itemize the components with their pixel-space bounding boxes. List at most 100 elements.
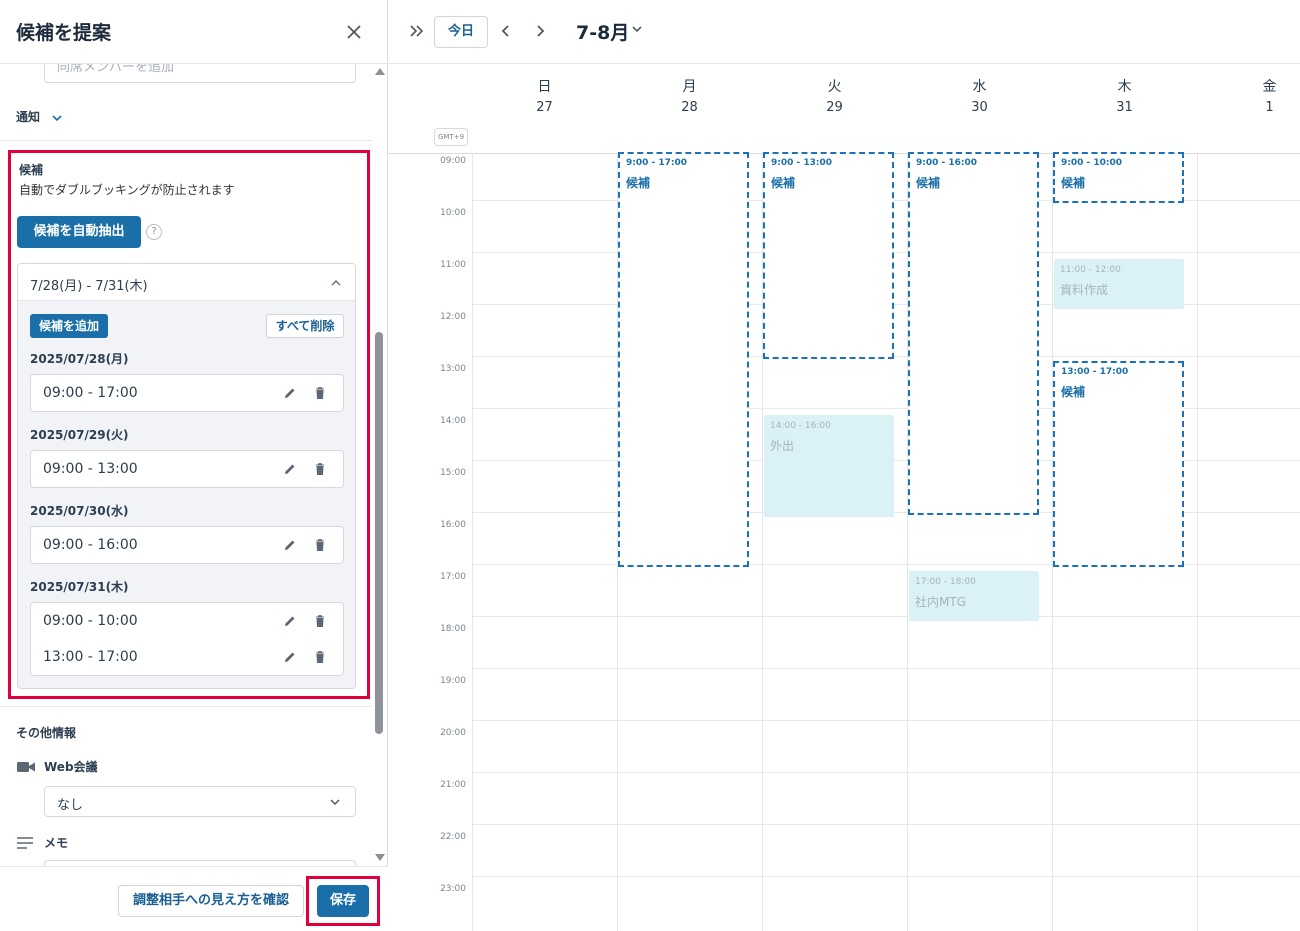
chevron-right-icon[interactable] bbox=[532, 22, 548, 40]
web-meeting-label: Web会議 bbox=[44, 760, 98, 774]
candidate-block[interactable]: 9:00 - 17:00 候補 bbox=[618, 152, 749, 567]
notify-label: 通知 bbox=[16, 110, 41, 124]
proposal-panel: 候補を提案 同席メンバーを追加 通知 候補 自動でダブルブッキングが防止されます… bbox=[0, 0, 388, 931]
candidate-block[interactable]: 9:00 - 13:00 候補 bbox=[763, 152, 894, 359]
time-label: 11:00 bbox=[440, 260, 466, 270]
calendar-toolbar: 今日 7-8月 bbox=[388, 0, 1300, 64]
scroll-down-arrow-icon[interactable] bbox=[375, 854, 385, 861]
time-label: 22:00 bbox=[440, 832, 466, 842]
timezone-row: GMT+9 bbox=[388, 122, 1300, 154]
today-button[interactable]: 今日 bbox=[434, 16, 488, 48]
video-camera-icon bbox=[17, 762, 35, 772]
hour-gridline bbox=[472, 616, 1300, 617]
auto-extract-button[interactable]: 候補を自動抽出 bbox=[17, 216, 141, 248]
member-input[interactable]: 同席メンバーを追加 bbox=[44, 64, 356, 83]
trash-icon[interactable] bbox=[313, 650, 327, 664]
save-button[interactable]: 保存 bbox=[317, 885, 369, 917]
month-title[interactable]: 7-8月 bbox=[576, 18, 629, 45]
delete-all-button[interactable]: すべて削除 bbox=[266, 314, 344, 338]
help-icon[interactable]: ? bbox=[146, 224, 162, 240]
hour-gridline bbox=[472, 772, 1300, 773]
candidate-block-time: 9:00 - 17:00 bbox=[626, 158, 688, 168]
candidates-title: 候補 bbox=[19, 163, 44, 177]
panel-title: 候補を提案 bbox=[16, 22, 112, 44]
chevron-down-icon[interactable] bbox=[631, 25, 643, 34]
time-label: 17:00 bbox=[440, 572, 466, 582]
chevron-left-icon[interactable] bbox=[498, 22, 514, 40]
time-label: 23:00 bbox=[440, 884, 466, 894]
busy-event[interactable]: 14:00 - 16:00 外出 bbox=[764, 415, 894, 517]
scrollbar-thumb[interactable] bbox=[375, 332, 383, 734]
memo-lines-icon bbox=[17, 837, 33, 849]
candidate-block-label: 候補 bbox=[771, 176, 796, 190]
candidate-block[interactable]: 9:00 - 16:00 候補 bbox=[908, 152, 1039, 515]
day-number: 30 bbox=[971, 100, 988, 115]
candidate-block-time: 9:00 - 16:00 bbox=[916, 158, 978, 168]
day-number: 1 bbox=[1265, 100, 1274, 115]
day-number: 27 bbox=[536, 100, 553, 115]
calendar-grid: 09:00 10:00 11:00 12:00 13:00 14:00 15:00 16:00… bbox=[388, 152, 1300, 931]
time-label: 21:00 bbox=[440, 780, 466, 790]
time-label: 10:00 bbox=[440, 208, 466, 218]
chevron-down-icon bbox=[330, 799, 340, 806]
pencil-icon[interactable] bbox=[283, 538, 297, 552]
candidate-date-label: 2025/07/28(月) bbox=[30, 352, 129, 366]
add-candidate-button[interactable]: 候補を追加 bbox=[30, 314, 108, 338]
candidate-block-label: 候補 bbox=[626, 176, 651, 190]
timezone-badge: GMT+9 bbox=[434, 128, 468, 146]
day-column-divider bbox=[1197, 154, 1198, 931]
day-header: 日 27 bbox=[472, 64, 617, 122]
pencil-icon[interactable] bbox=[283, 386, 297, 400]
trash-icon[interactable] bbox=[313, 462, 327, 476]
time-label: 19:00 bbox=[440, 676, 466, 686]
time-label: 12:00 bbox=[440, 312, 466, 322]
busy-event-title: 社内MTG bbox=[915, 595, 966, 609]
candidate-slot-time: 13:00 - 17:00 bbox=[43, 649, 138, 665]
hour-gridline bbox=[472, 720, 1300, 721]
day-weekday: 木 bbox=[1117, 79, 1132, 95]
app: 候補を提案 同席メンバーを追加 通知 候補 自動でダブルブッキングが防止されます… bbox=[0, 0, 1300, 931]
candidate-date-label: 2025/07/29(火) bbox=[30, 428, 129, 442]
trash-icon[interactable] bbox=[313, 386, 327, 400]
panel-footer: 調整相手への見え方を確認 保存 bbox=[0, 866, 388, 931]
day-number: 29 bbox=[826, 100, 843, 115]
time-label: 15:00 bbox=[440, 468, 466, 478]
candidate-block-time: 9:00 - 13:00 bbox=[771, 158, 833, 168]
time-label: 20:00 bbox=[440, 728, 466, 738]
day-header: 水 30 bbox=[907, 64, 1052, 122]
panel-scrollbar[interactable] bbox=[372, 64, 386, 866]
notify-toggle[interactable]: 通知 bbox=[16, 108, 62, 125]
pencil-icon[interactable] bbox=[283, 462, 297, 476]
trash-icon[interactable] bbox=[313, 538, 327, 552]
day-number: 31 bbox=[1116, 100, 1133, 115]
memo-label: メモ bbox=[44, 836, 69, 850]
scroll-up-arrow-icon[interactable] bbox=[375, 68, 385, 75]
day-weekday: 月 bbox=[682, 79, 697, 95]
hour-gridline bbox=[472, 876, 1300, 877]
trash-icon[interactable] bbox=[313, 614, 327, 628]
preview-button[interactable]: 調整相手への見え方を確認 bbox=[118, 885, 304, 917]
panel-body: 同席メンバーを追加 通知 候補 自動でダブルブッキングが防止されます 候補を自動… bbox=[0, 64, 388, 866]
candidate-slot-time: 09:00 - 16:00 bbox=[43, 537, 138, 553]
double-chevron-right-icon[interactable] bbox=[408, 22, 426, 40]
web-meeting-select[interactable]: なし bbox=[44, 786, 356, 817]
busy-event-time: 11:00 - 12:00 bbox=[1060, 265, 1121, 275]
busy-event[interactable]: 17:00 - 18:00 社内MTG bbox=[909, 571, 1039, 621]
day-weekday: 金 bbox=[1262, 79, 1277, 95]
calendar: 今日 7-8月 日 27 月 28 火 29 水 30 木 31 金 1 GMT… bbox=[388, 0, 1300, 931]
close-button[interactable] bbox=[342, 20, 366, 44]
day-header: 木 31 bbox=[1052, 64, 1197, 122]
candidate-block[interactable]: 9:00 - 10:00 候補 bbox=[1053, 152, 1184, 203]
candidate-date-label: 2025/07/30(水) bbox=[30, 504, 129, 518]
busy-event-time: 14:00 - 16:00 bbox=[770, 421, 831, 431]
day-weekday: 火 bbox=[827, 79, 842, 95]
busy-event-time: 17:00 - 18:00 bbox=[915, 577, 976, 587]
candidate-slot: 09:00 - 13:00 bbox=[30, 450, 344, 488]
pencil-icon[interactable] bbox=[283, 614, 297, 628]
candidate-block[interactable]: 13:00 - 17:00 候補 bbox=[1053, 361, 1184, 567]
chevron-down-icon bbox=[52, 114, 62, 121]
time-label: 16:00 bbox=[440, 520, 466, 530]
busy-event[interactable]: 11:00 - 12:00 資料作成 bbox=[1054, 259, 1184, 309]
pencil-icon[interactable] bbox=[283, 650, 297, 664]
date-range-header[interactable]: 7/28(月) - 7/31(木) bbox=[18, 264, 355, 301]
